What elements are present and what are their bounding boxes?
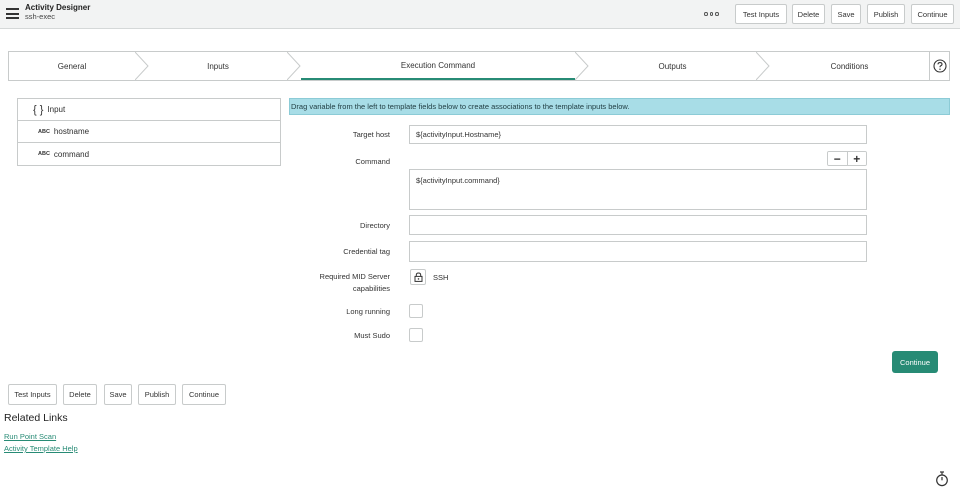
- variable-label: hostname: [53, 127, 90, 136]
- mid-server-capability-value: SSH: [433, 273, 449, 282]
- command-label: Command: [355, 157, 390, 166]
- input-variables-panel: { } Input ABC hostname ABC command: [17, 98, 281, 166]
- string-type-icon: ABC: [38, 128, 50, 135]
- variable-label: command: [53, 149, 90, 159]
- bottom-test-inputs-button[interactable]: Test Inputs: [8, 384, 57, 405]
- variable-item-command[interactable]: ABC command: [18, 143, 280, 165]
- header-test-inputs-button[interactable]: Test Inputs: [735, 4, 787, 24]
- step-conditions[interactable]: Conditions: [770, 52, 929, 80]
- target-host-input[interactable]: [409, 125, 867, 144]
- app-header: Activity Designer ssh-exec Test Inputs D…: [0, 0, 960, 29]
- command-textarea[interactable]: ${activityInput.command}: [409, 169, 867, 210]
- header-save-button[interactable]: Save: [831, 4, 861, 24]
- bottom-delete-button[interactable]: Delete: [63, 384, 97, 405]
- string-type-icon: ABC: [38, 151, 50, 157]
- directory-input[interactable]: [409, 215, 867, 235]
- bottom-publish-button[interactable]: Publish: [138, 384, 176, 405]
- record-name: ssh-exec: [25, 12, 56, 21]
- header-delete-button[interactable]: Delete: [792, 4, 825, 24]
- step-general[interactable]: General: [9, 52, 135, 80]
- resize-controls: − +: [827, 151, 867, 166]
- minus-icon[interactable]: −: [828, 152, 847, 165]
- more-options-icon[interactable]: [699, 7, 724, 21]
- lock-icon[interactable]: [410, 269, 426, 285]
- target-host-label: Target host: [352, 130, 390, 139]
- credential-tag-label: Credential tag: [343, 247, 390, 256]
- timer-icon[interactable]: [935, 471, 949, 487]
- hamburger-menu-icon[interactable]: [6, 8, 19, 19]
- plus-icon[interactable]: +: [846, 152, 866, 165]
- continue-button[interactable]: Continue: [892, 351, 938, 373]
- step-separator-icon: [135, 52, 149, 80]
- step-outputs[interactable]: Outputs: [589, 52, 756, 80]
- must-sudo-label: Must Sudo: [354, 331, 390, 340]
- app-title: Activity Designer: [25, 3, 91, 12]
- step-separator-icon: [756, 52, 770, 80]
- run-point-scan-link[interactable]: Run Point Scan: [4, 432, 56, 441]
- header-publish-button[interactable]: Publish: [867, 4, 905, 24]
- header-continue-button[interactable]: Continue: [911, 4, 954, 24]
- step-separator-icon: [575, 52, 589, 80]
- variable-root-label: Input: [47, 105, 66, 114]
- variable-root[interactable]: { } Input: [18, 99, 280, 121]
- step-execution-command[interactable]: Execution Command: [301, 52, 575, 80]
- long-running-label: Long running: [346, 307, 390, 316]
- activity-template-help-link[interactable]: Activity Template Help: [4, 444, 78, 453]
- mid-server-label-line1: Required MID Server: [319, 272, 390, 281]
- long-running-checkbox[interactable]: [409, 304, 423, 318]
- related-links-title: Related Links: [4, 412, 68, 424]
- step-navigation: General Inputs Execution Command Outputs…: [8, 51, 950, 81]
- help-circle-icon[interactable]: [929, 52, 950, 80]
- mid-server-label-line2: capabilities: [352, 284, 390, 293]
- directory-label: Directory: [359, 221, 390, 230]
- must-sudo-checkbox[interactable]: [409, 328, 423, 342]
- step-inputs[interactable]: Inputs: [149, 52, 287, 80]
- bottom-save-button[interactable]: Save: [104, 384, 132, 405]
- object-braces-icon: { }: [33, 103, 44, 116]
- variable-item-hostname[interactable]: ABC hostname: [18, 121, 280, 143]
- bottom-continue-button[interactable]: Continue: [182, 384, 226, 405]
- credential-tag-input[interactable]: [409, 241, 867, 262]
- step-separator-icon: [287, 52, 301, 80]
- info-banner: Drag variable from the left to template …: [289, 98, 950, 115]
